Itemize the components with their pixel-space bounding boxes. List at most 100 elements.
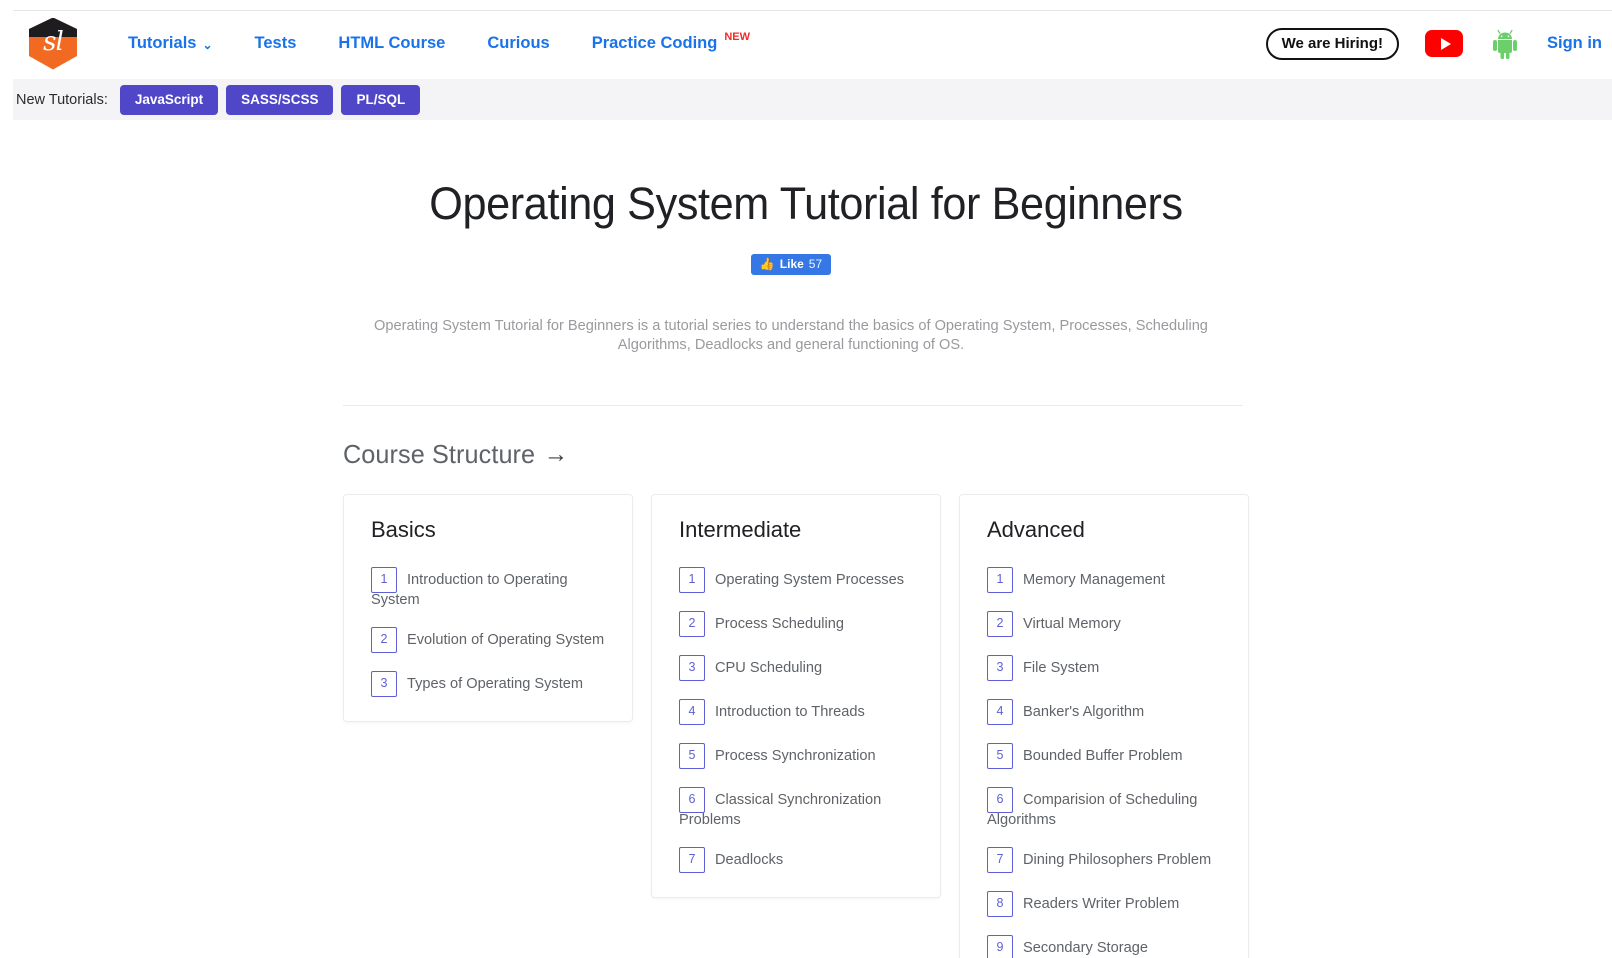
topic-item[interactable]: 1 Memory Management — [987, 566, 1232, 593]
topic-item[interactable]: 1 Introduction to Operating System — [371, 566, 616, 609]
thumbs-up-icon: 👍 — [759, 257, 775, 271]
topic-number-badge: 1 — [371, 566, 397, 593]
topic-number-badge: 5 — [987, 742, 1013, 769]
card-title: Basics — [371, 516, 436, 542]
section-heading-label: Course Structure — [343, 438, 536, 469]
topic-number-badge: 7 — [987, 846, 1013, 873]
nav-link-label: HTML Course — [338, 34, 446, 52]
sign-in-link[interactable]: Sign in — [1547, 34, 1608, 53]
topic-number-badge: 2 — [679, 610, 705, 637]
topic-label[interactable]: Classical Synchronization Problems — [679, 792, 881, 829]
topic-number-badge: 3 — [679, 654, 705, 681]
top-navbar: sl Tutorials ⌄ Tests HTML Course Curious… — [13, 10, 1612, 76]
topic-item[interactable]: 8 Readers Writer Problem — [987, 890, 1232, 917]
course-structure-heading: Course Structure → — [343, 439, 1574, 470]
topic-number-badge: 6 — [987, 786, 1013, 813]
nav-link-curious[interactable]: Curious — [466, 34, 570, 53]
site-logo[interactable]: sl — [29, 17, 77, 70]
nav-link-label: Tests — [254, 34, 297, 52]
card-topic-list: 1 Introduction to Operating System 2 Evolu… — [358, 566, 616, 697]
topic-item[interactable]: 3 File System — [987, 654, 1232, 681]
topic-label[interactable]: File System — [1023, 660, 1099, 676]
topic-label[interactable]: Process Synchronization — [715, 748, 876, 764]
nav-link-label: Curious — [487, 34, 550, 52]
topic-number-badge: 4 — [987, 698, 1013, 725]
topic-item[interactable]: 2 Process Scheduling — [679, 610, 924, 637]
topic-item[interactable]: 3 CPU Scheduling — [679, 654, 924, 681]
chevron-down-icon: ⌄ — [202, 37, 213, 52]
course-card-advanced: Advanced 1 Memory Management 2 Virtual Mem… — [959, 493, 1249, 958]
new-tutorial-chip-javascript[interactable]: JavaScript — [119, 84, 219, 115]
nav-link-label: Tutorials — [128, 34, 197, 52]
new-badge: NEW — [724, 30, 750, 43]
topic-number-badge: 8 — [987, 890, 1013, 917]
nav-link-practice-coding[interactable]: Practice Coding NEW — [571, 30, 770, 53]
new-tutorials-bar: New Tutorials: JavaScript SASS/SCSS PL/S… — [13, 79, 1612, 120]
course-card-basics: Basics 1 Introduction to Operating System… — [343, 493, 633, 722]
topic-number-badge: 7 — [679, 846, 705, 873]
topic-label[interactable]: CPU Scheduling — [715, 660, 822, 676]
course-structure-cards: Basics 1 Introduction to Operating System… — [343, 493, 1612, 958]
topic-item[interactable]: 3 Types of Operating System — [371, 670, 616, 697]
youtube-icon[interactable] — [1425, 30, 1463, 57]
topic-label[interactable]: Banker's Algorithm — [1023, 704, 1144, 720]
topic-item[interactable]: 6 Classical Synchronization Problems — [679, 786, 924, 829]
topic-number-badge: 9 — [987, 934, 1013, 958]
topic-number-badge: 5 — [679, 742, 705, 769]
facebook-like-button[interactable]: 👍 Like 57 — [750, 254, 832, 275]
topic-label[interactable]: Operating System Processes — [715, 572, 904, 588]
topic-number-badge: 1 — [987, 566, 1013, 593]
topic-label[interactable]: Dining Philosophers Problem — [1023, 852, 1211, 868]
card-topic-list: 1 Memory Management 2 Virtual Memory 3 File… — [974, 566, 1232, 958]
topic-item[interactable]: 2 Virtual Memory — [987, 610, 1232, 637]
topic-item[interactable]: 2 Evolution of Operating System — [371, 626, 616, 653]
card-topic-list: 1 Operating System Processes 2 Process Sch… — [666, 566, 924, 873]
topic-item[interactable]: 4 Banker's Algorithm — [987, 698, 1232, 725]
card-title: Advanced — [987, 516, 1085, 542]
topic-item[interactable]: 4 Introduction to Threads — [679, 698, 924, 725]
new-tutorial-chip-plsql[interactable]: PL/SQL — [341, 84, 421, 115]
topic-number-badge: 3 — [987, 654, 1013, 681]
topic-label[interactable]: Readers Writer Problem — [1023, 896, 1179, 912]
like-label: Like — [779, 257, 804, 271]
topic-label[interactable]: Types of Operating System — [407, 676, 583, 692]
topic-label[interactable]: Introduction to Operating System — [371, 572, 568, 609]
topic-label[interactable]: Virtual Memory — [1023, 616, 1121, 632]
course-card-intermediate: Intermediate 1 Operating System Processes… — [651, 493, 941, 898]
topic-label[interactable]: Bounded Buffer Problem — [1023, 748, 1183, 764]
topic-item[interactable]: 7 Dining Philosophers Problem — [987, 846, 1232, 873]
we-are-hiring-button[interactable]: We are Hiring! — [1265, 27, 1399, 60]
topic-label[interactable]: Secondary Storage — [1023, 940, 1148, 956]
topic-item[interactable]: 7 Deadlocks — [679, 846, 924, 873]
navbar-left-group: sl Tutorials ⌄ Tests HTML Course Curious… — [13, 17, 770, 70]
nav-link-label: Practice Coding — [591, 34, 718, 52]
topic-number-badge: 1 — [679, 566, 705, 593]
card-title: Intermediate — [679, 516, 802, 542]
new-tutorial-chip-sass-scss[interactable]: SASS/SCSS — [226, 84, 334, 115]
topic-label[interactable]: Memory Management — [1023, 572, 1165, 588]
topic-item[interactable]: 6 Comparision of Scheduling Algorithms — [987, 786, 1232, 829]
youtube-play-triangle-icon — [1440, 37, 1451, 50]
logo-monogram: sl — [43, 26, 64, 57]
topic-item[interactable]: 5 Process Synchronization — [679, 742, 924, 769]
topic-item[interactable]: 1 Operating System Processes — [679, 566, 924, 593]
nav-link-tutorials[interactable]: Tutorials ⌄ — [107, 34, 234, 53]
topic-label[interactable]: Evolution of Operating System — [407, 632, 604, 648]
topic-item[interactable]: 9 Secondary Storage — [987, 934, 1232, 958]
topic-label[interactable]: Introduction to Threads — [715, 704, 865, 720]
topic-number-badge: 6 — [679, 786, 705, 813]
primary-nav: Tutorials ⌄ Tests HTML Course Curious Pr… — [107, 30, 770, 53]
topic-number-badge: 4 — [679, 698, 705, 725]
navbar-right-group: We are Hiring! Sign in — [1265, 27, 1612, 60]
topic-label[interactable]: Process Scheduling — [715, 616, 844, 632]
nav-link-tests[interactable]: Tests — [234, 34, 318, 53]
topic-item[interactable]: 5 Bounded Buffer Problem — [987, 742, 1232, 769]
topic-label[interactable]: Deadlocks — [715, 852, 783, 868]
nav-link-html-course[interactable]: HTML Course — [317, 34, 466, 53]
section-divider — [343, 404, 1243, 406]
android-icon[interactable] — [1489, 28, 1521, 60]
topic-number-badge: 2 — [987, 610, 1013, 637]
page-description: Operating System Tutorial for Beginners … — [374, 318, 1208, 354]
main-content: Operating System Tutorial for Beginners … — [0, 120, 1612, 958]
topic-label[interactable]: Comparision of Scheduling Algorithms — [987, 792, 1197, 829]
